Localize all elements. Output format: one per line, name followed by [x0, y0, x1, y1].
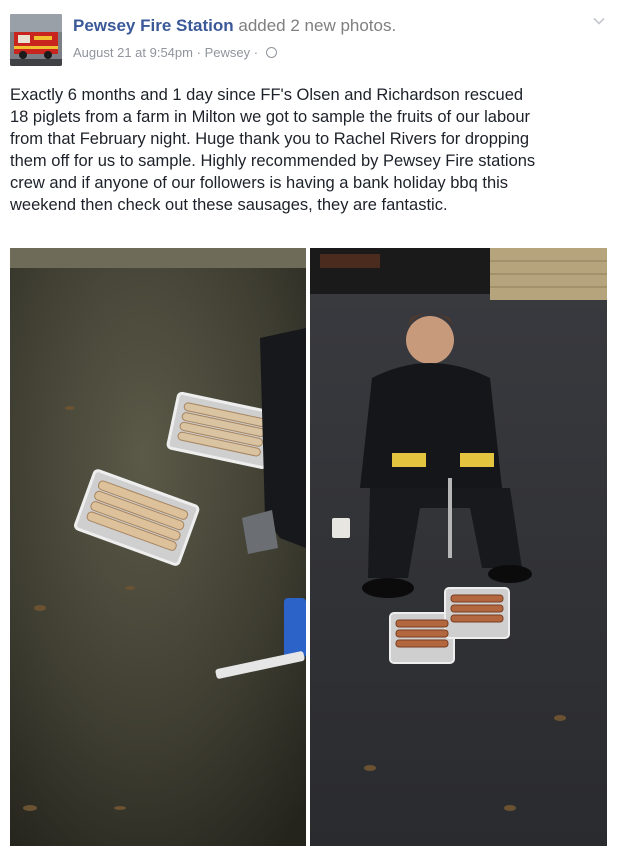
post-location[interactable]: Pewsey	[205, 45, 251, 60]
post-text: Exactly 6 months and 1 day since FF's Ol…	[10, 84, 610, 216]
post-text-line: Exactly 6 months and 1 day since FF's Ol…	[10, 86, 524, 104]
facebook-post: Pewsey Fire Station added 2 new photos. …	[0, 0, 620, 861]
post-text-line: weekend then check out these sausages, t…	[10, 196, 448, 214]
author-line: Pewsey Fire Station added 2 new photos.	[73, 16, 396, 36]
post-text-line: 18 piglets from a farm in Milton we got …	[10, 108, 530, 126]
post-text-line: crew and if anyone of our followers is h…	[10, 174, 509, 192]
meta-separator: ·	[196, 45, 201, 61]
page-avatar[interactable]	[10, 14, 62, 66]
photo-firefighter-with-sausages[interactable]	[310, 248, 607, 846]
post-text-line: them off for us to sample. Highly recomm…	[10, 152, 536, 170]
post-meta: August 21 at 9:54pm · Pewsey ·	[73, 44, 277, 60]
post-header: Pewsey Fire Station added 2 new photos. …	[0, 0, 620, 76]
author-link[interactable]: Pewsey Fire Station	[73, 16, 234, 35]
globe-icon[interactable]	[265, 47, 277, 59]
post-timestamp[interactable]: August 21 at 9:54pm	[73, 45, 193, 60]
photo-sausages-on-ground[interactable]	[10, 248, 306, 846]
meta-separator: ·	[253, 45, 259, 61]
post-text-line: from that February night. Huge thank you…	[10, 130, 530, 148]
chevron-down-icon[interactable]	[592, 14, 606, 28]
post-action-text: added 2 new photos.	[238, 16, 397, 35]
